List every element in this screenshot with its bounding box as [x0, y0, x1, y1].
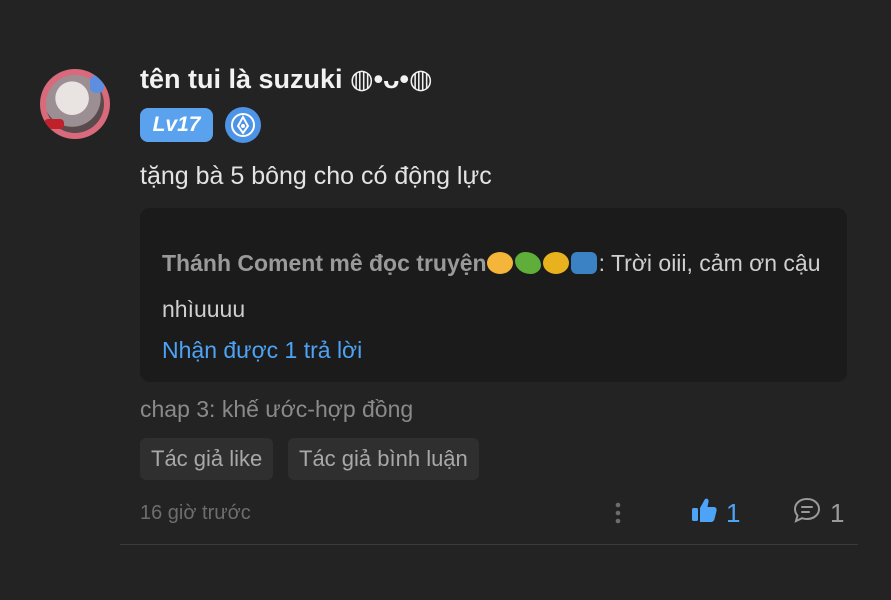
smiling-face-with-hearts-icon: [486, 252, 513, 274]
reply-button[interactable]: 1: [792, 496, 844, 531]
seedling-icon: [514, 252, 541, 274]
comment-text: tặng bà 5 bông cho có động lực: [140, 162, 492, 190]
vertical-dots-icon[interactable]: [606, 498, 630, 528]
reply-count: 1: [830, 498, 845, 528]
thumbs-up-icon: [690, 496, 718, 531]
bee-icon: [542, 252, 569, 274]
level-badge: Lv17: [140, 108, 213, 142]
like-button[interactable]: 1: [690, 496, 740, 531]
pen-nib-icon: [225, 107, 261, 143]
divider: [120, 544, 858, 545]
reply-author[interactable]: Thánh Coment mê đọc truyện: [162, 250, 487, 276]
chapter-label[interactable]: chap 3: khế ước-hợp đồng: [140, 396, 413, 423]
reply-line: Thánh Coment mê đọc truyện: Trời oiii, c…: [162, 240, 822, 332]
avatar[interactable]: [40, 69, 110, 139]
author-comment-tag: Tác giả bình luận: [288, 438, 479, 480]
speech-bubble-icon: [792, 496, 822, 531]
avatar-bow-decoration: [44, 119, 64, 129]
author-like-tag: Tác giả like: [140, 438, 274, 480]
like-count: 1: [726, 498, 741, 528]
timestamp: 16 giờ trước: [140, 502, 251, 524]
username[interactable]: tên tui là suzuki ◍•ᴗ•◍: [140, 64, 433, 95]
view-replies-link[interactable]: Nhận được 1 trả lời: [162, 337, 362, 364]
wave-icon: [570, 252, 597, 274]
reply-separator: :: [598, 250, 611, 276]
reply-preview[interactable]: Thánh Coment mê đọc truyện: Trời oiii, c…: [140, 208, 847, 382]
avatar-frame-badge: [90, 75, 104, 93]
